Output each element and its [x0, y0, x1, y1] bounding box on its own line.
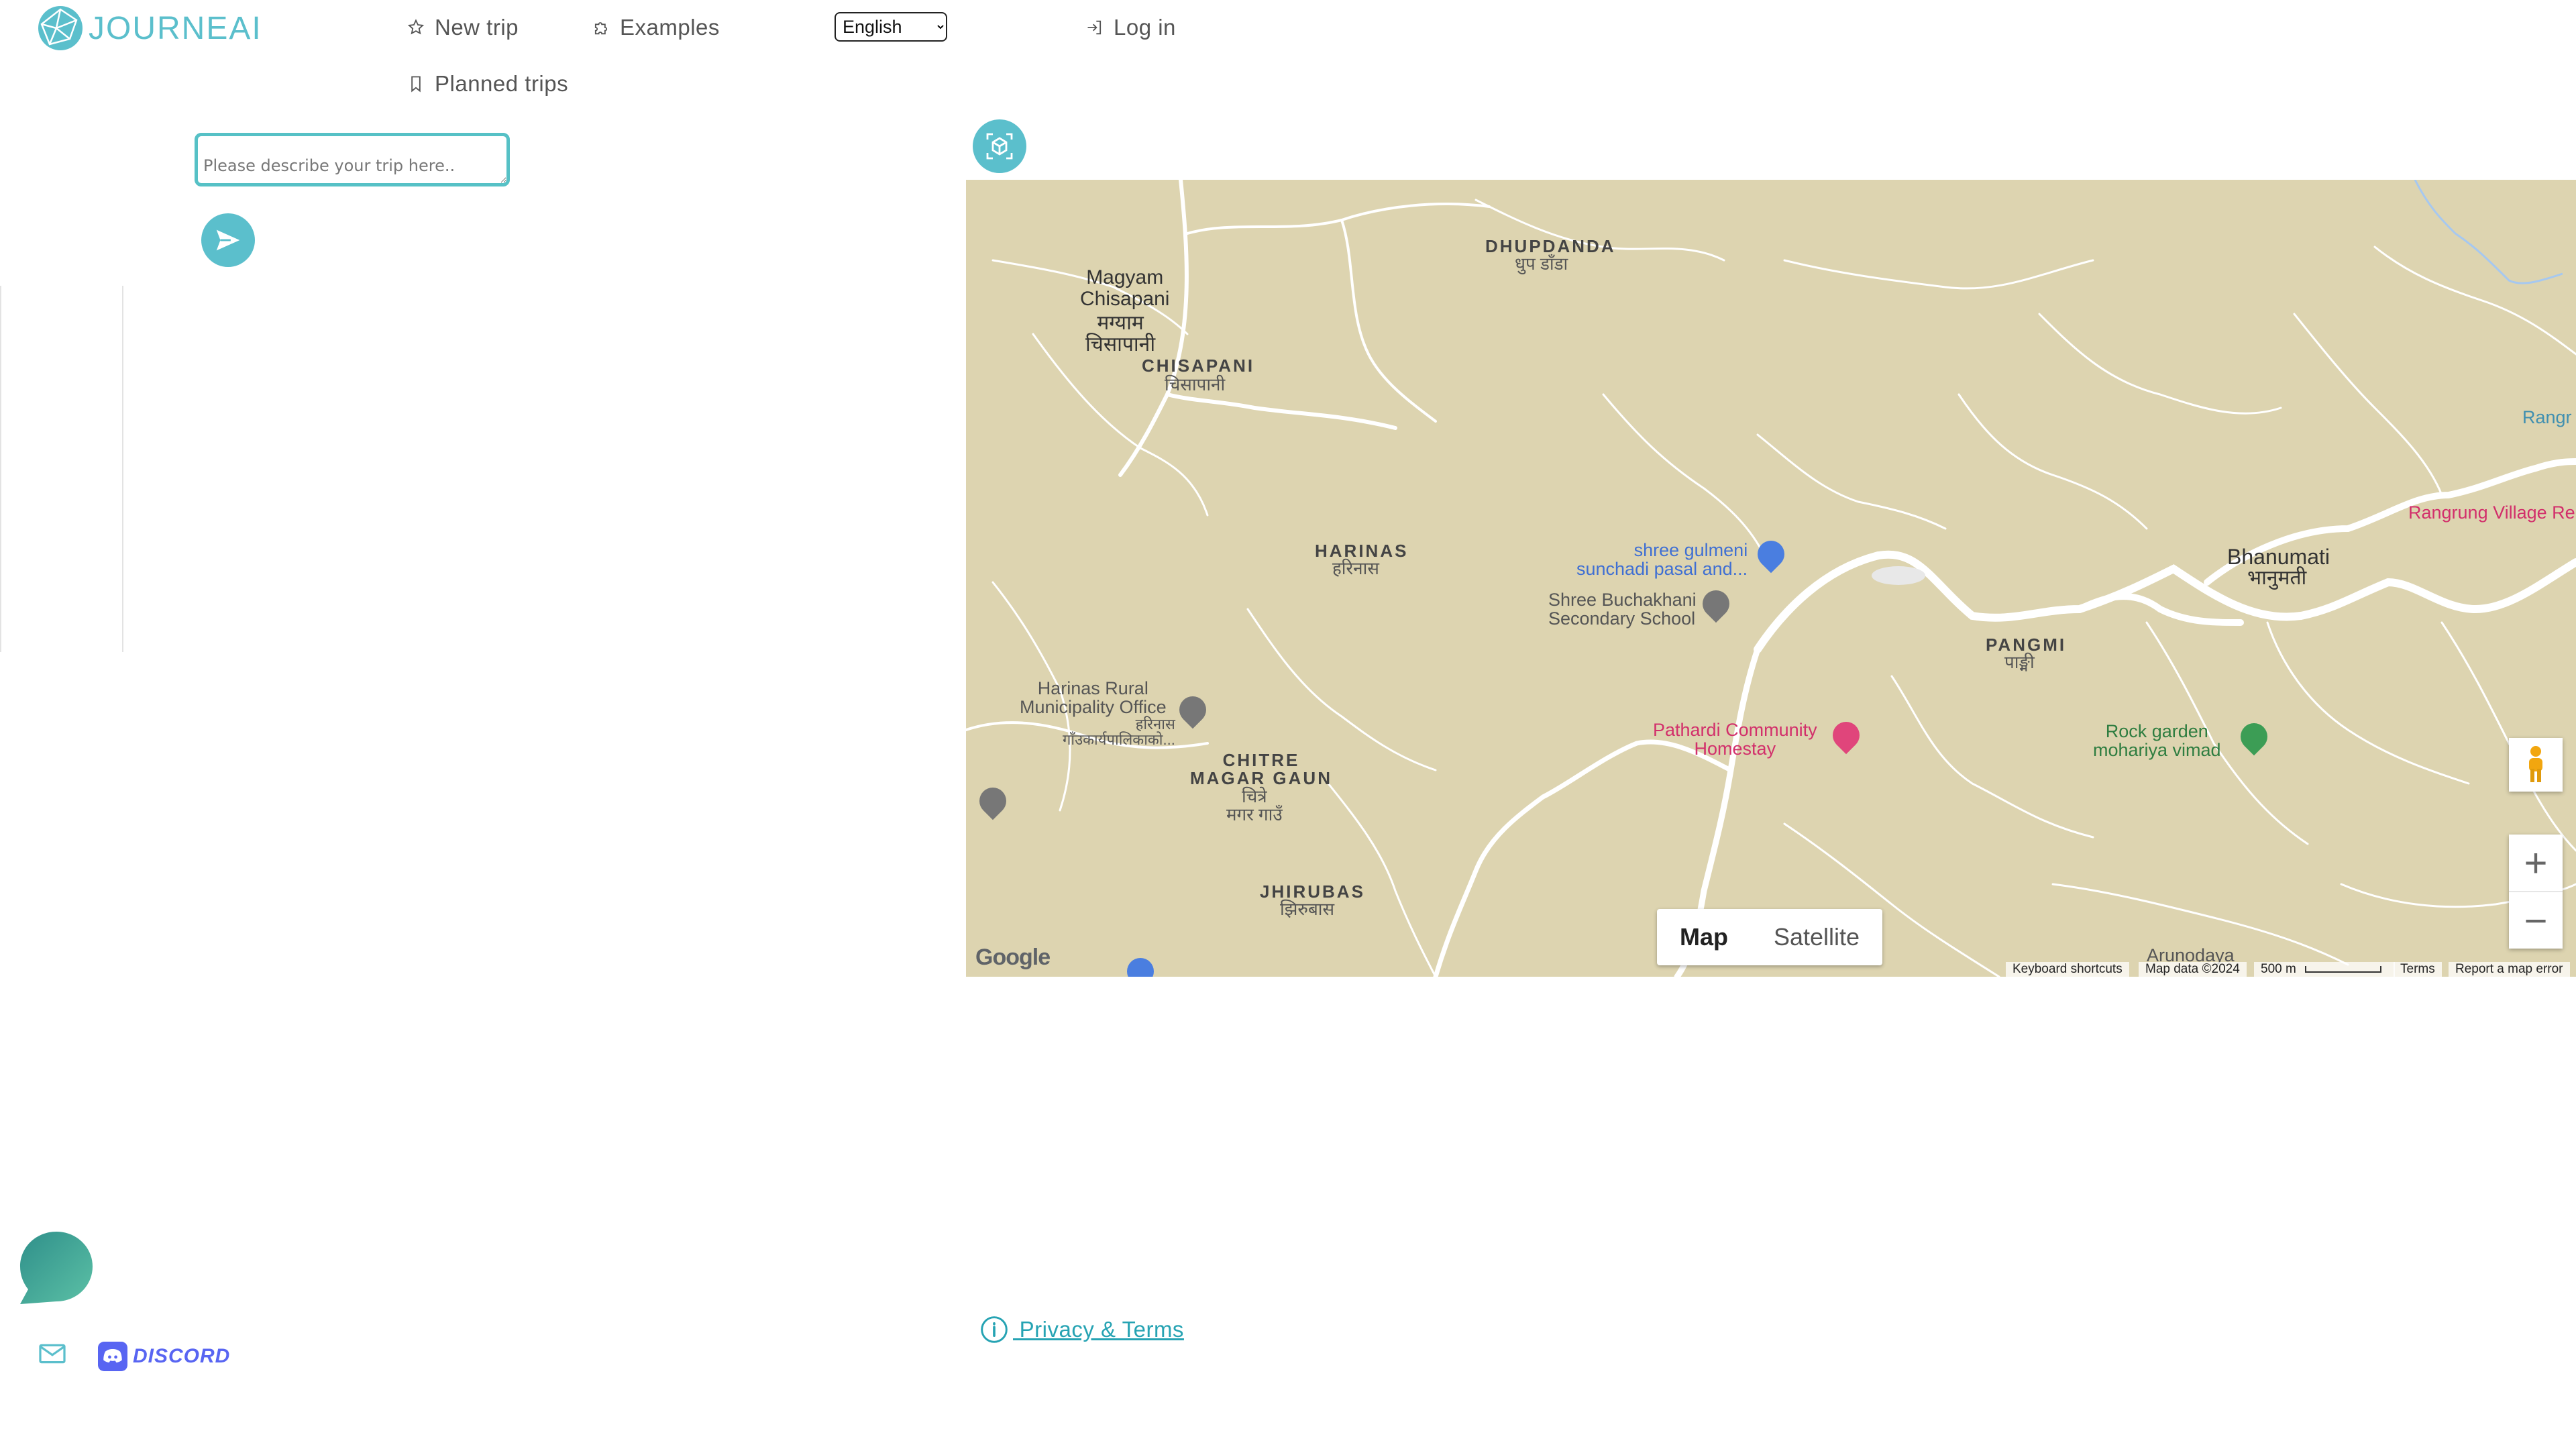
label-chitre-dev: चित्रे मगर गाउँ [1226, 786, 1283, 825]
label-magyam: Magyam Chisapani [1080, 266, 1170, 310]
map-roads [966, 180, 2576, 977]
label-harinas-office: Harinas Rural Municipality Office [1020, 678, 1167, 718]
label-gulmeni: shree gulmeni sunchadi pasal and... [1576, 540, 1748, 580]
discord-icon [98, 1342, 127, 1371]
nav-planned-trips-label: Planned trips [435, 71, 569, 96]
nav-planned-trips[interactable]: Planned trips [407, 71, 568, 97]
map[interactable]: Magyam Chisapani मग्याम चिसापानी CHISAPA… [966, 180, 2576, 977]
nav-log-in-label: Log in [1114, 15, 1176, 40]
panel-divider-right [122, 286, 123, 652]
zoom-in-button[interactable]: + [2509, 835, 2563, 891]
cube-icon [986, 133, 1013, 160]
label-chitre: CHITRE MAGAR GAUN [1190, 750, 1332, 789]
chat-bubble-icon [20, 1232, 93, 1304]
privacy-terms-label: Privacy & Terms [1013, 1317, 1184, 1342]
label-chisapani-dev: चिसापानी [1165, 374, 1226, 394]
email-link[interactable] [38, 1342, 67, 1369]
label-jhirubas-dev: झिरुबास [1280, 899, 1335, 919]
map-scale-bar [2305, 965, 2382, 973]
label-buchakhani: Shree Buchakhani Secondary School [1548, 590, 1697, 629]
label-rockgarden: Rock garden mohariya vimad [2093, 721, 2221, 761]
trip-description-input[interactable] [195, 133, 510, 186]
language-select[interactable]: English [835, 12, 947, 42]
pegman-icon [2529, 746, 2542, 782]
label-dhupdanda-dev: धुप डाँडा [1515, 254, 1568, 274]
zoom-controls: + − [2509, 835, 2563, 949]
map-scale[interactable]: 500 m [2254, 962, 2395, 977]
logo-text: JOURNEAI [89, 10, 262, 46]
label-harinas-office-dev: हरिनास गाँउकार्यपालिकाको... [1063, 716, 1175, 749]
nav-examples-label: Examples [620, 15, 720, 40]
info-icon [981, 1316, 1008, 1343]
report-map-error-link[interactable]: Report a map error [2449, 962, 2570, 977]
privacy-terms-link[interactable]: Privacy & Terms [979, 1315, 1184, 1344]
chat-widget-button[interactable] [19, 1230, 94, 1305]
keyboard-shortcuts-link[interactable]: Keyboard shortcuts [2006, 962, 2129, 977]
nav-examples[interactable]: Examples [592, 15, 720, 40]
panel-divider-left [0, 286, 1, 652]
map-type-map-button[interactable]: Map [1657, 909, 1751, 965]
mail-icon [39, 1344, 66, 1364]
label-bhanumati-dev: भानुमती [2247, 567, 2307, 589]
globe-logo-icon [38, 6, 83, 50]
label-rangrung-village: Rangrung Village Re [2408, 502, 2575, 523]
map-scale-label: 500 m [2261, 962, 2296, 976]
map-type-satellite-button[interactable]: Satellite [1751, 909, 1882, 965]
label-rangrung-edge: Rangr [2522, 407, 2572, 427]
label-magyam-dev: मग्याम चिसापानी [1085, 312, 1156, 356]
send-icon [216, 229, 240, 251]
send-button[interactable] [201, 213, 255, 267]
login-icon [1087, 20, 1102, 35]
discord-label: DISCORD [133, 1345, 231, 1367]
nav-new-trip[interactable]: New trip [407, 15, 519, 40]
label-bhanumati: Bhanumati [2227, 545, 2330, 569]
zoom-out-button[interactable]: − [2509, 891, 2563, 949]
nav-log-in[interactable]: Log in [1085, 15, 1176, 40]
logo[interactable]: JOURNEAI [36, 4, 262, 52]
label-chisapani: CHISAPANI [1142, 356, 1255, 376]
nav-new-trip-label: New trip [435, 15, 519, 40]
map-focus-button[interactable] [973, 119, 1026, 173]
star-icon [407, 19, 425, 35]
map-type-toggle[interactable]: Map Satellite [1657, 909, 1883, 965]
label-harinas-dev: हरिनास [1332, 558, 1379, 578]
puzzle-icon [594, 22, 608, 35]
map-data-attribution: Map data ©2024 [2139, 962, 2247, 977]
label-pathardi: Pathardi Community Homestay [1653, 720, 1817, 759]
street-view-pegman[interactable] [2509, 738, 2563, 792]
map-terms-link[interactable]: Terms [2394, 962, 2442, 977]
label-pangmi-dev: पाङ्मी [2004, 652, 2035, 672]
bookmark-icon [411, 76, 421, 93]
google-logo[interactable]: Google [975, 945, 1051, 971]
discord-link[interactable]: DISCORD [98, 1342, 230, 1371]
